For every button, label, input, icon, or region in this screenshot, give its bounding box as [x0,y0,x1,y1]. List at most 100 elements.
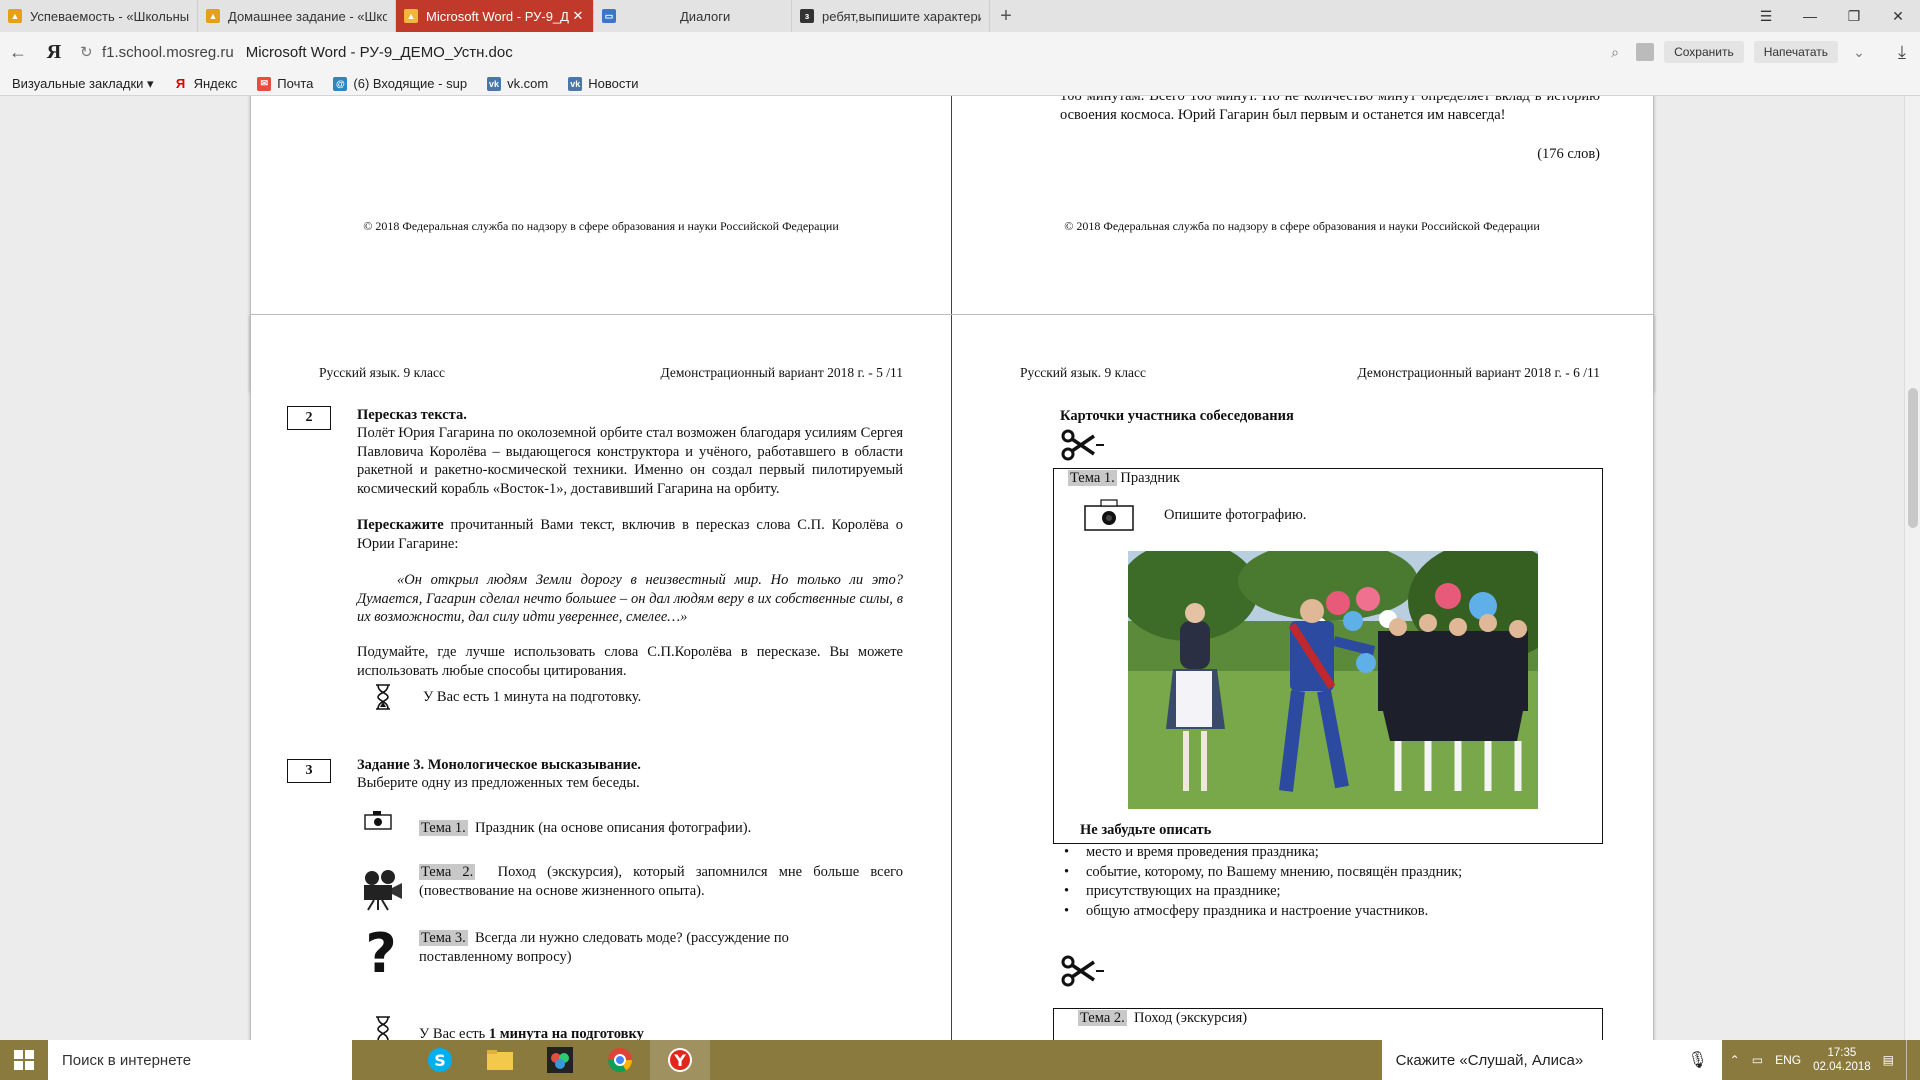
running-header-right: Демонстрационный вариант 2018 г. - 5 /11 [660,365,903,380]
bookmark-yandex[interactable]: Я Яндекс [174,76,237,91]
q3-subtitle: Выберите одну из предложенных тем беседы… [357,775,640,791]
card-topic-1: Тема 1. Праздник Опишите фотографию. Не … [1053,468,1603,844]
tab-dialogs[interactable]: ▭ Диалоги [594,0,792,32]
question-number: 2 [287,406,331,430]
vertical-scrollbar[interactable] [1904,96,1920,1040]
list-item: событие, которому, по Вашему мнению, пос… [1054,863,1602,883]
file-explorer-icon[interactable] [470,1040,530,1080]
hourglass-icon [373,683,393,711]
tab-uspevaemost[interactable]: ▲ Успеваемость - «Школьны [0,0,198,32]
q2-task: Перескажите прочитанный Вами текст, вклю… [357,517,903,552]
network-icon[interactable]: ▭ [1752,1053,1763,1067]
word-count: (176 слов) [1537,146,1600,162]
hourglass-icon [373,1015,393,1040]
url-field[interactable]: ↻ f1.school.mosreg.ru Microsoft Word - Р… [80,37,1596,67]
print-button[interactable]: Напечатать [1753,41,1838,63]
q2-time: У Вас есть 1 минута на подготовку. [423,689,642,705]
tab-bar: ▲ Успеваемость - «Школьны ▲ Домашнее зад… [0,0,1920,32]
topic-1: Тема 1. Праздник (на основе описания фот… [419,820,752,836]
close-icon[interactable]: ✕ [571,8,585,24]
language-indicator[interactable]: ENG [1775,1053,1801,1067]
taskbar-search-input[interactable]: Поиск в интернете [48,1040,352,1080]
remember-title: Не забудьте описать [1080,822,1212,838]
protect-icon[interactable] [1636,43,1655,61]
microphone-icon[interactable]: 🎙 [1687,1050,1707,1070]
celebration-photo [1128,551,1538,809]
scissors-icon [1060,427,1104,463]
list-item: место и время проведения праздника; [1054,843,1602,863]
topic-3: Тема 3. Всегда ли нужно следовать моде? … [419,930,789,965]
school-icon: ▲ [404,9,418,23]
page-6: Русский язык. 9 класс Демонстрационный в… [952,315,1652,1040]
new-tab-button[interactable]: + [990,0,1022,32]
svg-text:S: S [434,1051,446,1070]
bookmarks-bar: Визуальные закладки ▾ Я Яндекс ✉ Почта @ (6… [0,72,1920,96]
chat-icon: ▭ [602,9,616,23]
card-topic-2: Тема 2. Поход (экскурсия) [1053,1008,1603,1040]
chevron-down-icon[interactable]: ⌄ [1848,44,1870,61]
school-icon: ▲ [8,9,22,23]
alice-voice-input[interactable]: Скажите «Слушай, Алиса» 🎙 [1381,1040,1722,1080]
bookmark-news[interactable]: vk Новости [568,76,639,91]
card-instruction: Опишите фотографию. [1164,507,1307,523]
q2-think: Подумайте, где лучше использовать слова … [357,644,903,679]
url-page-title: Microsoft Word - РУ-9_ДЕМО_Устн.doc [245,43,513,61]
question-number: 3 [287,759,331,783]
zoom-icon[interactable]: ⌕ [1604,44,1626,61]
bookmark-mail[interactable]: ✉ Почта [257,76,313,91]
cards-title: Карточки участника собеседования [1060,408,1294,424]
chrome-icon[interactable] [590,1040,650,1080]
bookmark-inbox[interactable]: @ (6) Входящие - sup [333,76,467,91]
photos-app-icon[interactable] [530,1040,590,1080]
tab-answers[interactable]: з ребят,выпишите характери [792,0,990,32]
q2-quote: «Он открыл людям Земли дорогу в неизвест… [357,572,903,625]
url-domain: f1.school.mosreg.ru [102,43,234,61]
film-camera-icon [357,867,409,913]
download-icon[interactable]: ⤓ [1884,42,1920,63]
minimize-icon[interactable]: — [1788,0,1832,32]
document-viewport[interactable]: © 2018 Федеральная служба по надзору в с… [0,96,1920,1040]
yandex-icon: Я [175,76,186,91]
topic-2: Тема 2. Поход (экскурсия), который запом… [419,864,903,899]
list-item: общую атмосферу праздника и настроение у… [1054,902,1602,922]
vk-icon: vk [487,76,502,91]
window-controls: ☰ — ❐ ✕ [1744,0,1920,32]
znanija-icon: з [800,9,814,23]
vk-icon: vk [568,76,583,91]
text-ending: 108 минутам. Всего 108 минут. Но не коли… [1060,96,1600,123]
notifications-icon[interactable]: ▤ [1883,1053,1894,1067]
list-item: присутствующих на празднике; [1054,882,1602,902]
running-header-left: Русский язык. 9 класс [1020,365,1146,380]
address-bar: ← Я ↻ f1.school.mosreg.ru Microsoft Word… [0,32,1920,72]
camera-icon [361,807,395,833]
yandex-browser-icon[interactable]: Y [650,1040,710,1080]
clock[interactable]: 17:35 02.04.2018 [1813,1046,1871,1074]
skype-icon[interactable]: S [410,1040,470,1080]
menu-icon[interactable]: ☰ [1744,0,1788,32]
save-button[interactable]: Сохранить [1664,41,1744,63]
card-topic-line: Тема 1. Праздник [1068,470,1180,486]
bullet-list: место и время проведения праздника; собы… [1054,843,1602,921]
camera-icon [1082,497,1136,533]
reload-icon[interactable]: ↻ [80,43,102,61]
tab-homework[interactable]: ▲ Домашнее задание - «Шко [198,0,396,32]
bookmark-vk[interactable]: vk vk.com [487,76,548,91]
yandex-logo[interactable]: Я [36,41,72,64]
question-mark-icon: ? [365,921,397,985]
back-arrow-icon[interactable]: ← [0,32,36,72]
running-header-right: Демонстрационный вариант 2018 г. - 6 /11 [1357,365,1600,380]
sheet-pages-5-6: Русский язык. 9 класс Демонстрационный в… [250,314,1654,1040]
chevron-up-icon[interactable]: ⌃ [1730,1053,1740,1067]
scissors-icon [1060,953,1104,989]
bookmark-visual[interactable]: Визуальные закладки ▾ [12,76,154,92]
q3-title: Задание 3. Монологическое высказывание. [357,757,641,773]
windows-start-icon[interactable] [0,1040,48,1080]
close-window-icon[interactable]: ✕ [1876,0,1920,32]
q3-time: У Вас есть 1 минута на подготовку [419,1026,644,1040]
restore-icon[interactable]: ❐ [1832,0,1876,32]
scrollbar-thumb[interactable] [1908,388,1918,528]
tab-word-document[interactable]: ▲ Microsoft Word - РУ-9_Д ✕ [396,0,594,32]
taskbar: Поиск в интернете S Y Скажите «Слушай, А… [0,1040,1920,1080]
show-desktop-button[interactable] [1906,1040,1912,1080]
copyright-footer: © 2018 Федеральная служба по надзору в с… [1064,219,1540,233]
